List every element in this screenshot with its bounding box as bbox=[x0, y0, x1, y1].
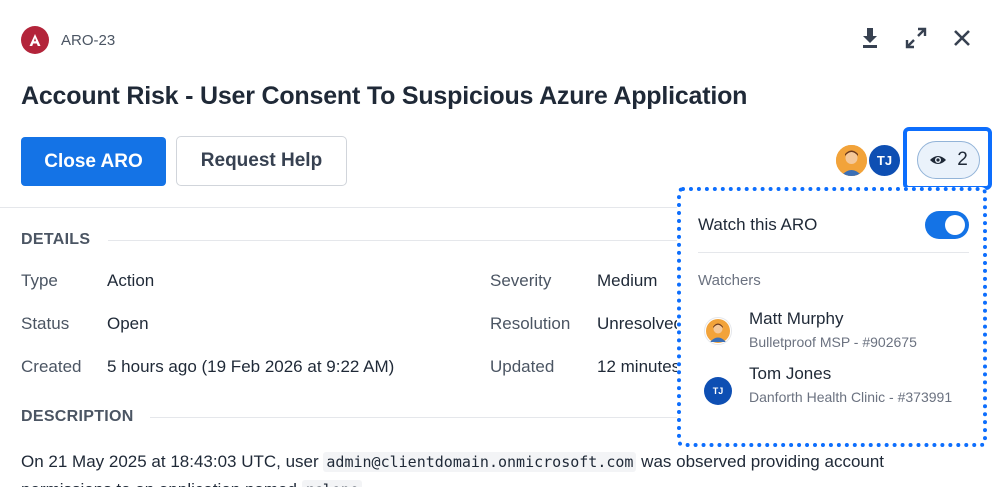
divider bbox=[698, 252, 969, 253]
aro-id: ARO-23 bbox=[61, 31, 116, 49]
watcher-avatars[interactable]: TJ bbox=[834, 143, 902, 178]
watcher-name: Tom Jones bbox=[749, 364, 832, 383]
avatar bbox=[704, 317, 732, 345]
app-name: rclone bbox=[301, 480, 362, 487]
type-label: Type bbox=[21, 271, 58, 290]
avatar: TJ bbox=[867, 143, 902, 178]
avatar: TJ bbox=[704, 377, 732, 405]
download-icon[interactable] bbox=[858, 26, 882, 50]
section-divider bbox=[108, 240, 690, 241]
aro-header: ARO-23 bbox=[21, 26, 115, 54]
status-label: Status bbox=[21, 314, 70, 333]
watcher-org: Danforth Health Clinic - #373991 bbox=[749, 389, 953, 405]
avatar bbox=[834, 143, 869, 178]
page-title: Account Risk - User Consent To Suspiciou… bbox=[21, 82, 748, 110]
type-value: Action bbox=[107, 271, 155, 290]
created-value: 5 hours ago (19 Feb 2026 at 9:22 AM) bbox=[107, 357, 395, 376]
severity-value: Medium bbox=[597, 271, 658, 290]
close-icon[interactable] bbox=[950, 26, 974, 50]
description-heading: DESCRIPTION bbox=[21, 408, 134, 425]
toggle-knob bbox=[945, 215, 965, 235]
watcher-name: Matt Murphy bbox=[749, 309, 844, 328]
divider bbox=[0, 207, 690, 208]
watch-toggle[interactable] bbox=[925, 211, 969, 239]
top-actions bbox=[858, 26, 974, 50]
severity-label: Severity bbox=[490, 271, 552, 290]
watchers-heading: Watchers bbox=[698, 272, 761, 289]
status-value: Open bbox=[107, 314, 149, 333]
eye-icon bbox=[930, 156, 947, 164]
created-label: Created bbox=[21, 357, 82, 376]
close-aro-button[interactable]: Close ARO bbox=[21, 137, 166, 186]
updated-label: Updated bbox=[490, 357, 555, 376]
resolution-value: Unresolved bbox=[597, 314, 683, 333]
expand-icon[interactable] bbox=[904, 26, 928, 50]
request-help-button[interactable]: Request Help bbox=[176, 136, 347, 186]
watch-toggle-label: Watch this ARO bbox=[698, 215, 818, 234]
watcher-item: TJ Tom Jones Danforth Health Clinic - #3… bbox=[698, 361, 968, 425]
watcher-org: Bulletproof MSP - #902675 bbox=[749, 334, 917, 350]
watchers-popover: Watch this ARO Watchers Matt Murphy Bull… bbox=[677, 187, 987, 447]
description-text: On 21 May 2025 at 18:43:03 UTC, user adm… bbox=[21, 448, 971, 487]
details-heading: DETAILS bbox=[21, 231, 91, 248]
watch-count: 2 bbox=[957, 149, 968, 170]
watcher-item: Matt Murphy Bulletproof MSP - #902675 bbox=[698, 306, 968, 350]
resolution-label: Resolution bbox=[490, 314, 571, 333]
section-divider bbox=[150, 417, 690, 418]
user-email: admin@clientdomain.onmicrosoft.com bbox=[323, 452, 637, 472]
watch-button[interactable]: 2 bbox=[917, 141, 980, 179]
aro-logo-icon bbox=[21, 26, 49, 54]
